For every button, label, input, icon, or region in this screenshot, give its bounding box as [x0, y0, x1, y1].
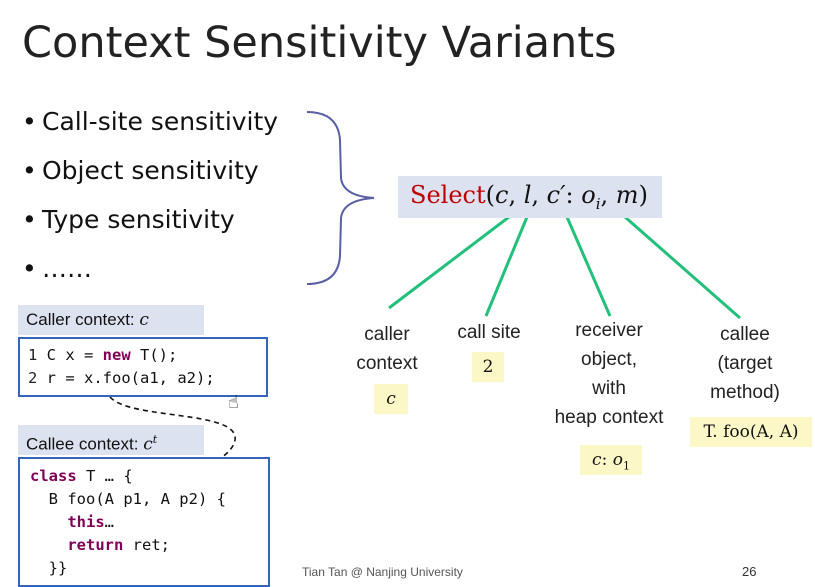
connector-callee [624, 215, 741, 320]
footer-author: Tian Tan @ Nanjing University [302, 565, 463, 579]
callee-code-line-1: class T … { [30, 467, 133, 485]
callee-context-header: Callee context: ct [18, 425, 204, 455]
callee-code-line-2: B foo(A p1, A p2) { [30, 490, 226, 508]
callee-code-line-5: }} [30, 559, 68, 577]
caller-context-header: Caller context: c [18, 305, 204, 335]
receiver-value: c: o1 [580, 445, 642, 475]
receiver-object-label: receiver object, with heap context [554, 320, 664, 428]
page-number: 26 [742, 564, 757, 579]
connector-callsite [484, 216, 529, 317]
callsite-value: 2 [472, 352, 504, 382]
callee-code-box: class T … { B foo(A p1, A p2) { this… re… [18, 457, 270, 587]
callee-label: callee (target method) [710, 324, 780, 403]
caller-code-line-2: 2 r = x.foo(a1, a2); [28, 369, 215, 387]
connector-caller [388, 215, 510, 310]
hand-cursor-icon: ☝ [228, 392, 239, 413]
caller-context-label: caller context [356, 324, 418, 374]
curly-brace [306, 111, 375, 285]
connector-receiver [565, 216, 612, 317]
select-formula: Select(c, l, c′: oi, m) [410, 181, 648, 213]
callee-code-line-4: return ret; [30, 536, 170, 554]
caller-code-line-1: 1 C x = new T(); [28, 346, 178, 364]
caller-value: c [374, 384, 408, 414]
callee-code-line-3: this… [30, 513, 114, 531]
callee-value: T. foo(A, A) [690, 417, 812, 447]
caller-code-box: 1 C x = new T(); 2 r = x.foo(a1, a2); [18, 337, 268, 397]
call-site-label: call site [457, 322, 521, 343]
